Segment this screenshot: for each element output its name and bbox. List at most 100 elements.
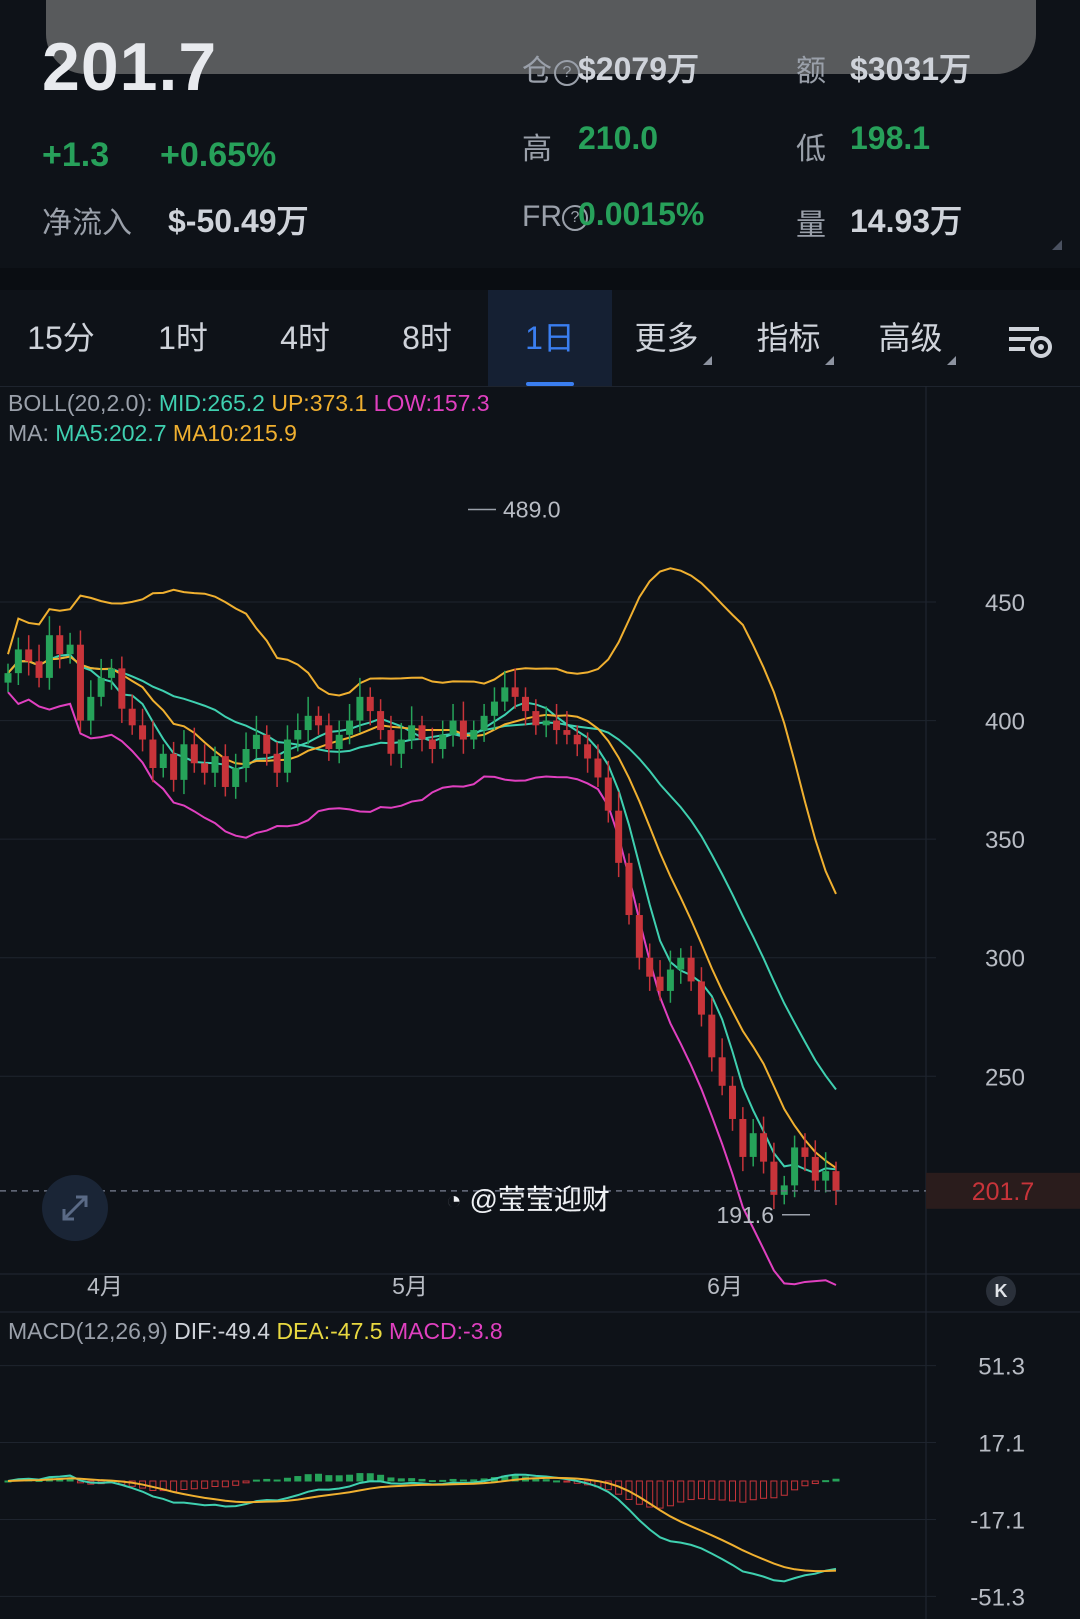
macd-bar	[470, 1479, 478, 1482]
ticker-header: 201.7 +1.3 +0.65% 净流入 $-50.49万 仓? $2079万…	[0, 0, 1080, 268]
candle	[201, 763, 209, 773]
macd-bar	[739, 1480, 747, 1503]
last-price: 201.7	[42, 29, 218, 105]
macd-bar	[366, 1473, 374, 1482]
interval-tabs: 15分 1时 4时 8时 1日 更多 指标 高级	[0, 290, 1080, 387]
low-value: 198.1	[850, 120, 931, 156]
macd-bar	[439, 1479, 447, 1482]
macd-bar	[729, 1480, 736, 1502]
macd-y-tick-label: -17.1	[970, 1507, 1025, 1534]
candle	[149, 739, 157, 768]
candle	[325, 725, 333, 750]
open-interest-value: $2079万	[578, 51, 699, 87]
tab-more[interactable]: 更多	[612, 290, 734, 386]
macd-bar	[780, 1480, 788, 1496]
tab-15m[interactable]: 15分	[0, 290, 122, 386]
candle	[542, 720, 550, 726]
fullscreen-button[interactable]	[42, 1175, 108, 1241]
y-tick-label: 300	[985, 946, 1025, 973]
candle	[108, 668, 115, 678]
candle	[170, 753, 178, 780]
macd-bar	[221, 1480, 229, 1488]
amount-value: $3031万	[850, 51, 971, 87]
candle	[211, 756, 219, 773]
candle	[356, 696, 364, 721]
candle	[708, 1014, 716, 1058]
chart-area[interactable]: 51.3 17.1 -17.1 -51.3 450 400 350 300 250 4月 5月 6月…	[0, 386, 1080, 1619]
price-chart[interactable]: 51.3 17.1 -17.1 -51.3 450 400 350 300 250 4月 5月 6月…	[0, 386, 1080, 1619]
price-change-pct: +0.65%	[160, 136, 277, 174]
macd-bar	[459, 1479, 467, 1482]
macd-bar	[377, 1474, 385, 1482]
candle	[604, 777, 612, 811]
tab-1d[interactable]: 1日	[488, 290, 612, 386]
candle	[791, 1147, 799, 1186]
macd-bar	[449, 1478, 457, 1482]
chart-settings-icon[interactable]	[990, 290, 1070, 386]
expand-icon	[62, 1195, 88, 1221]
candle	[25, 649, 33, 662]
open-interest-label: 仓?	[522, 46, 580, 90]
expand-corner-icon[interactable]	[1052, 240, 1062, 250]
macd-bar	[190, 1480, 198, 1490]
dropdown-icon	[702, 356, 712, 365]
candle	[490, 701, 498, 716]
macd-bar	[666, 1480, 674, 1507]
y-tick-label: 250	[985, 1064, 1025, 1091]
macd-bar	[211, 1480, 219, 1487]
tab-4h[interactable]: 4时	[244, 290, 366, 386]
macd-dif-line	[7, 1473, 837, 1583]
macd-bar	[263, 1478, 271, 1482]
boll-legend: BOLL(20,2.0): MID:265.2 UP:373.1 LOW:157…	[8, 390, 490, 416]
macd-legend: MACD(12,26,9) DIF:-49.4 DEA:-47.5 MACD:-…	[8, 1318, 503, 1344]
tab-advanced[interactable]: 高级	[856, 290, 978, 386]
candle	[190, 744, 198, 764]
candle	[252, 734, 260, 750]
macd-bar	[252, 1479, 260, 1482]
macd-y-tick-label: -51.3	[970, 1584, 1025, 1611]
scroll-to-latest-button[interactable]: K	[986, 1276, 1016, 1306]
x-tick-label: 4月	[87, 1273, 123, 1299]
netflow-value: $-50.49万	[168, 203, 309, 239]
candle	[459, 720, 467, 740]
help-icon[interactable]: ?	[554, 60, 580, 86]
candle	[97, 677, 105, 697]
candle	[139, 725, 147, 740]
macd-bar	[656, 1480, 664, 1509]
macd-bar	[273, 1479, 281, 1482]
macd-bar	[822, 1480, 830, 1483]
macd-bar	[708, 1480, 716, 1500]
candle	[729, 1085, 736, 1119]
macd-bar	[170, 1480, 178, 1493]
candle	[718, 1057, 726, 1086]
candle	[625, 862, 633, 916]
macd-bar	[201, 1480, 209, 1489]
candle	[180, 744, 188, 780]
macd-bar	[718, 1480, 726, 1501]
macd-bar	[356, 1473, 364, 1482]
dropdown-icon	[946, 356, 956, 365]
macd-bar	[242, 1480, 250, 1484]
macd-bar	[387, 1477, 395, 1482]
candle	[739, 1118, 747, 1157]
macd-bar	[325, 1475, 333, 1482]
tab-1h[interactable]: 1时	[122, 290, 244, 386]
low-marker-label: 191.6	[716, 1202, 774, 1228]
candle	[283, 739, 291, 773]
candle	[749, 1133, 757, 1157]
macd-bar	[697, 1480, 705, 1500]
volume-label: 量	[796, 209, 826, 242]
candle	[594, 758, 602, 778]
candle	[822, 1171, 830, 1181]
candle	[635, 915, 643, 958]
tab-8h[interactable]: 8时	[366, 290, 488, 386]
macd-bar	[180, 1480, 188, 1491]
y-tick-label: 450	[985, 590, 1025, 617]
y-tick-label: 400	[985, 709, 1025, 736]
candle	[439, 734, 447, 750]
high-marker-label: 489.0	[503, 497, 561, 523]
tab-indicators[interactable]: 指标	[734, 290, 856, 386]
candle	[35, 661, 43, 678]
high-label: 高	[522, 133, 552, 166]
candle	[242, 749, 250, 768]
